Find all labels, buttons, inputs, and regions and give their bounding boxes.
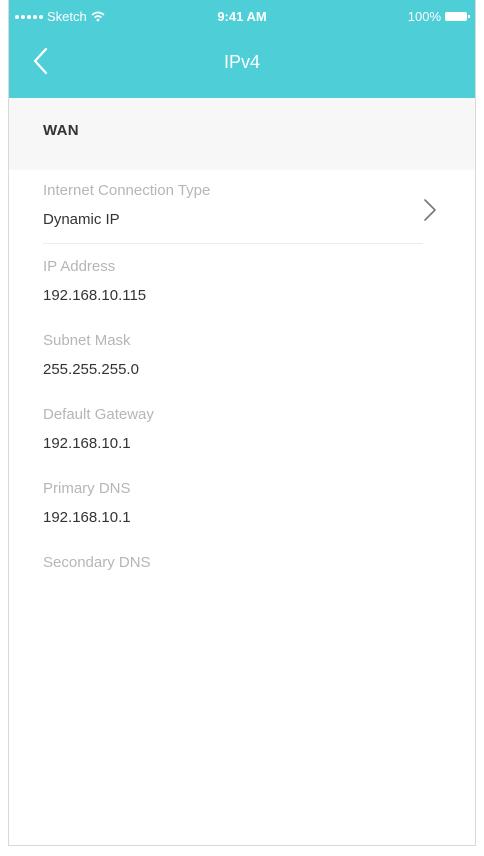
default-gateway-field: Default Gateway 192.168.10.1 — [9, 392, 475, 466]
subnet-mask-field: Subnet Mask 255.255.255.0 — [9, 318, 475, 392]
ip-address-value: 192.168.10.115 — [43, 287, 147, 304]
connection-type-value: Dynamic IP — [43, 211, 120, 228]
battery-icon — [445, 12, 470, 21]
status-bar: Sketch 9:41 AM 100% — [9, 0, 475, 32]
section-header-wan: WAN — [9, 98, 475, 170]
battery-percent: 100% — [407, 9, 441, 24]
ip-address-field: IP Address 192.168.10.115 — [9, 244, 475, 318]
default-gateway-value: 192.168.10.1 — [43, 435, 131, 452]
status-right: 100% — [407, 9, 470, 24]
phone-screen: Sketch 9:41 AM 100% IPv4 WAN Internet Co… — [8, 0, 476, 846]
section-title: WAN — [43, 122, 79, 139]
primary-dns-field: Primary DNS 192.168.10.1 — [9, 466, 475, 540]
connection-type-label: Internet Connection Type — [43, 182, 211, 199]
header: Sketch 9:41 AM 100% IPv4 — [9, 0, 475, 98]
ip-address-label: IP Address — [43, 258, 116, 275]
secondary-dns-label: Secondary DNS — [43, 554, 151, 571]
secondary-dns-field: Secondary DNS — [9, 540, 475, 614]
nav-bar: IPv4 — [9, 32, 475, 98]
page-title: IPv4 — [223, 52, 261, 72]
default-gateway-label: Default Gateway — [43, 406, 154, 423]
status-time: 9:41 AM — [217, 9, 267, 24]
subnet-mask-value: 255.255.255.0 — [43, 361, 139, 378]
connection-type-row[interactable]: Internet Connection Type Dynamic IP — [9, 180, 475, 244]
subnet-mask-label: Subnet Mask — [43, 332, 131, 349]
chevron-right-icon[interactable] — [423, 198, 437, 222]
primary-dns-value: 192.168.10.1 — [43, 509, 131, 526]
primary-dns-label: Primary DNS — [43, 480, 131, 497]
